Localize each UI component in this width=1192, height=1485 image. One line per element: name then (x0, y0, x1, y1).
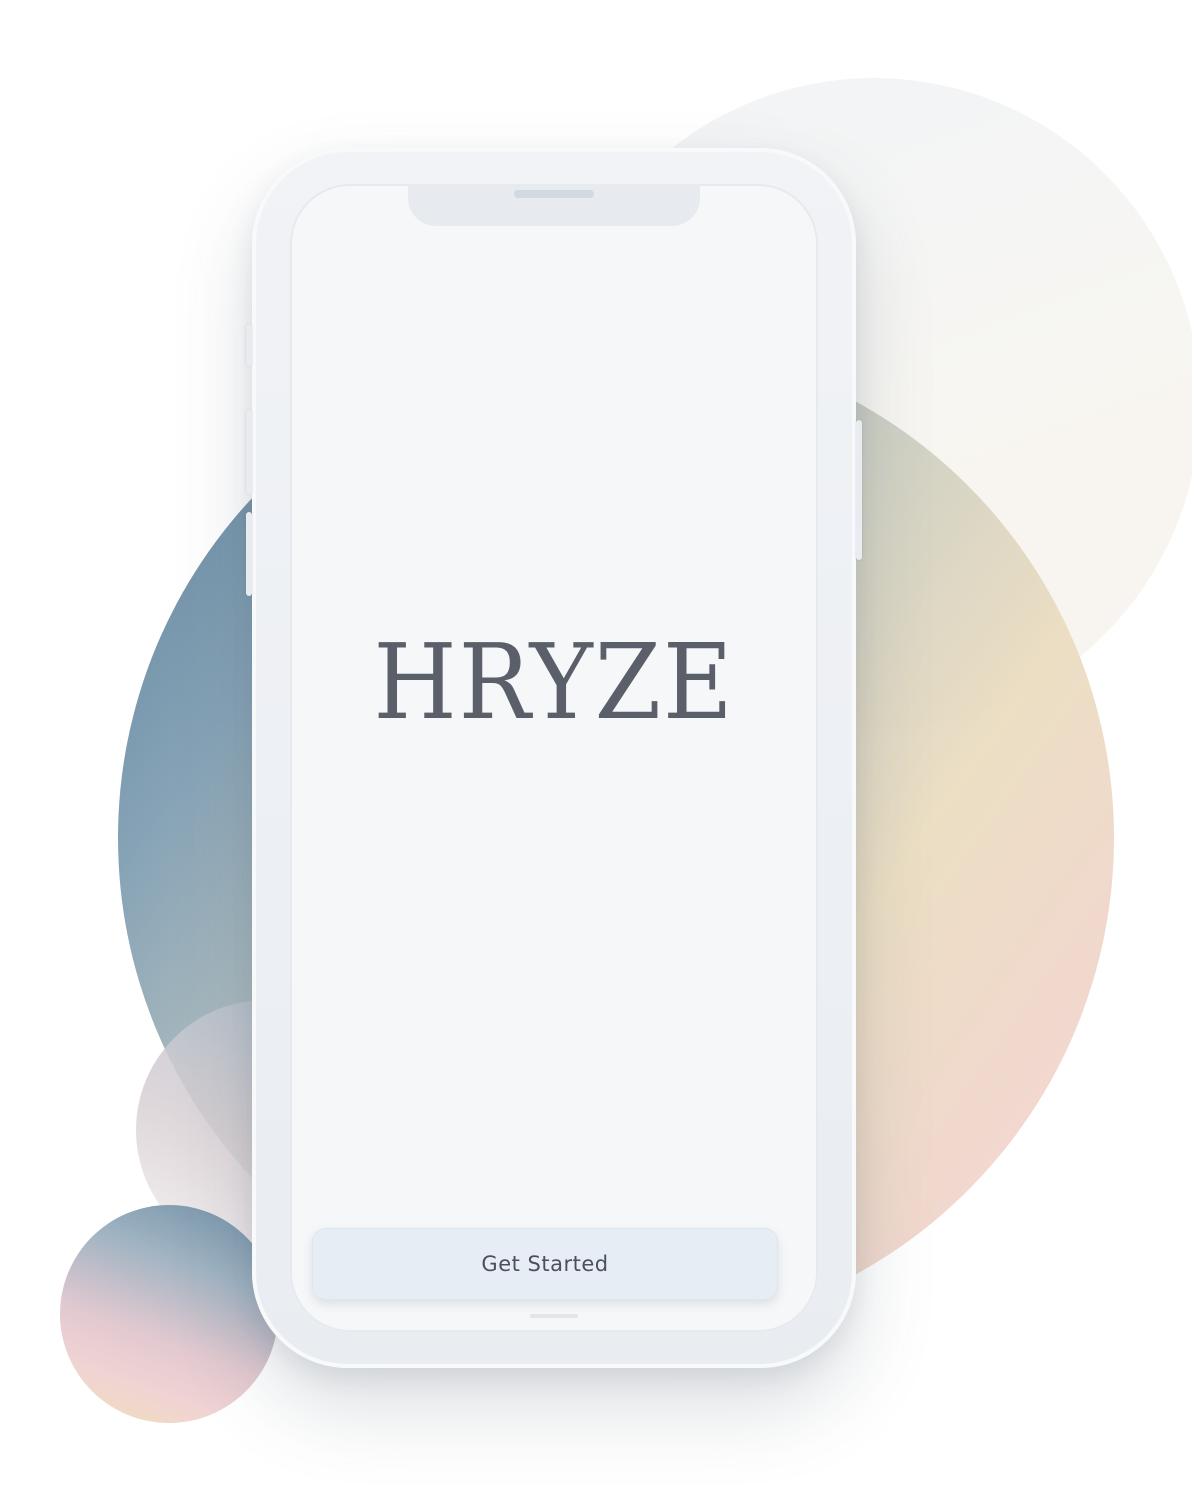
decorative-blob-small-left (60, 1205, 278, 1423)
volume-down-button (246, 512, 252, 596)
home-indicator (530, 1314, 578, 1318)
app-logo: HRYZE (373, 621, 735, 743)
phone-screen: HRYZE Get Started (290, 184, 818, 1332)
volume-up-button (246, 410, 252, 494)
phone-notch (408, 184, 700, 226)
mute-switch (246, 324, 252, 366)
power-button (856, 420, 862, 560)
mockup-canvas: HRYZE Get Started (0, 0, 1192, 1485)
get-started-button[interactable]: Get Started (312, 1228, 778, 1300)
phone-frame: HRYZE Get Started (246, 148, 862, 1368)
speaker-grille (514, 190, 594, 198)
